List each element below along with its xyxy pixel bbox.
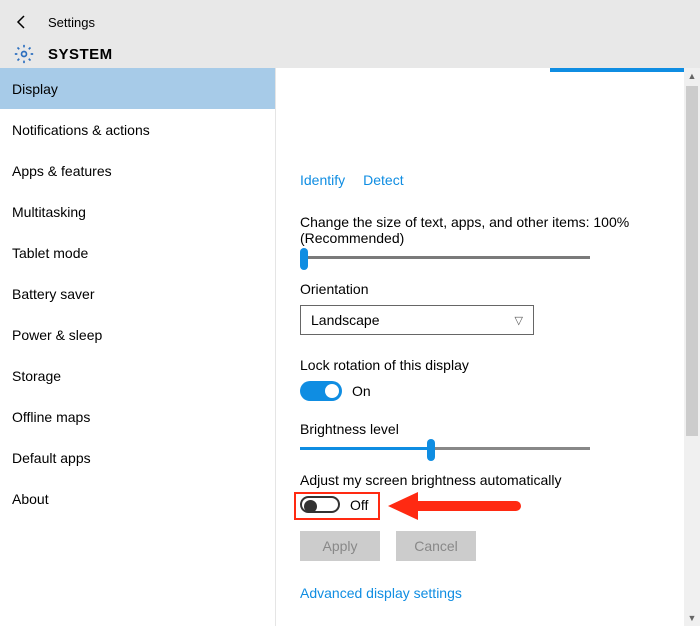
auto-brightness-toggle[interactable] bbox=[300, 496, 340, 513]
brightness-slider[interactable] bbox=[300, 447, 590, 450]
sidebar-item-label: Multitasking bbox=[12, 204, 86, 220]
identify-link[interactable]: Identify bbox=[300, 172, 345, 188]
brightness-slider-thumb[interactable] bbox=[427, 439, 435, 461]
sidebar-item-multitasking[interactable]: Multitasking bbox=[0, 191, 275, 232]
loading-indicator bbox=[550, 68, 700, 72]
lock-rotation-toggle[interactable] bbox=[300, 381, 342, 401]
lock-rotation-state: On bbox=[352, 383, 371, 399]
sidebar-item-label: Notifications & actions bbox=[12, 122, 150, 138]
annotation-arrow-icon bbox=[386, 486, 526, 526]
window-title: Settings bbox=[48, 15, 95, 30]
sidebar-item-battery-saver[interactable]: Battery saver bbox=[0, 273, 275, 314]
auto-brightness-state: Off bbox=[350, 497, 368, 513]
sidebar-item-label: Apps & features bbox=[12, 163, 112, 179]
sidebar-item-storage[interactable]: Storage bbox=[0, 355, 275, 396]
vertical-scrollbar[interactable]: ▲ ▼ bbox=[684, 68, 700, 626]
sidebar-item-label: Battery saver bbox=[12, 286, 94, 302]
sidebar-item-label: Default apps bbox=[12, 450, 91, 466]
sidebar-item-display[interactable]: Display bbox=[0, 68, 275, 109]
main-pane: Identify Detect Change the size of text,… bbox=[276, 68, 700, 626]
scale-slider[interactable] bbox=[300, 256, 590, 259]
advanced-display-link[interactable]: Advanced display settings bbox=[300, 585, 700, 601]
auto-brightness-label: Adjust my screen brightness automaticall… bbox=[300, 472, 700, 488]
brightness-label: Brightness level bbox=[300, 421, 700, 437]
orientation-select[interactable]: Landscape ▽ bbox=[300, 305, 534, 335]
scroll-down-icon[interactable]: ▼ bbox=[684, 610, 700, 626]
sidebar-item-power-sleep[interactable]: Power & sleep bbox=[0, 314, 275, 355]
chevron-down-icon: ▽ bbox=[515, 314, 523, 327]
cancel-button[interactable]: Cancel bbox=[396, 531, 476, 561]
detect-link[interactable]: Detect bbox=[363, 172, 403, 188]
sidebar-item-tablet-mode[interactable]: Tablet mode bbox=[0, 232, 275, 273]
sidebar-item-label: Offline maps bbox=[12, 409, 90, 425]
sidebar-item-label: About bbox=[12, 491, 49, 507]
gear-icon bbox=[14, 44, 34, 64]
scrollbar-thumb[interactable] bbox=[686, 86, 698, 436]
scale-label: Change the size of text, apps, and other… bbox=[300, 214, 700, 246]
scale-slider-thumb[interactable] bbox=[300, 248, 308, 270]
sidebar-item-notifications-actions[interactable]: Notifications & actions bbox=[0, 109, 275, 150]
sidebar-item-label: Power & sleep bbox=[12, 327, 102, 343]
sidebar-item-label: Tablet mode bbox=[12, 245, 88, 261]
scroll-up-icon[interactable]: ▲ bbox=[684, 68, 700, 84]
sidebar-item-apps-features[interactable]: Apps & features bbox=[0, 150, 275, 191]
section-title: SYSTEM bbox=[48, 46, 113, 63]
sidebar-item-label: Storage bbox=[12, 368, 61, 384]
back-arrow-icon[interactable] bbox=[14, 14, 30, 30]
sidebar-item-default-apps[interactable]: Default apps bbox=[0, 437, 275, 478]
lock-rotation-label: Lock rotation of this display bbox=[300, 357, 700, 373]
sidebar-item-about[interactable]: About bbox=[0, 478, 275, 519]
apply-button[interactable]: Apply bbox=[300, 531, 380, 561]
orientation-label: Orientation bbox=[300, 281, 700, 297]
orientation-value: Landscape bbox=[311, 312, 380, 328]
sidebar-item-offline-maps[interactable]: Offline maps bbox=[0, 396, 275, 437]
sidebar-item-label: Display bbox=[12, 81, 58, 97]
header: Settings SYSTEM bbox=[0, 0, 700, 68]
sidebar: Display Notifications & actions Apps & fea… bbox=[0, 68, 276, 626]
